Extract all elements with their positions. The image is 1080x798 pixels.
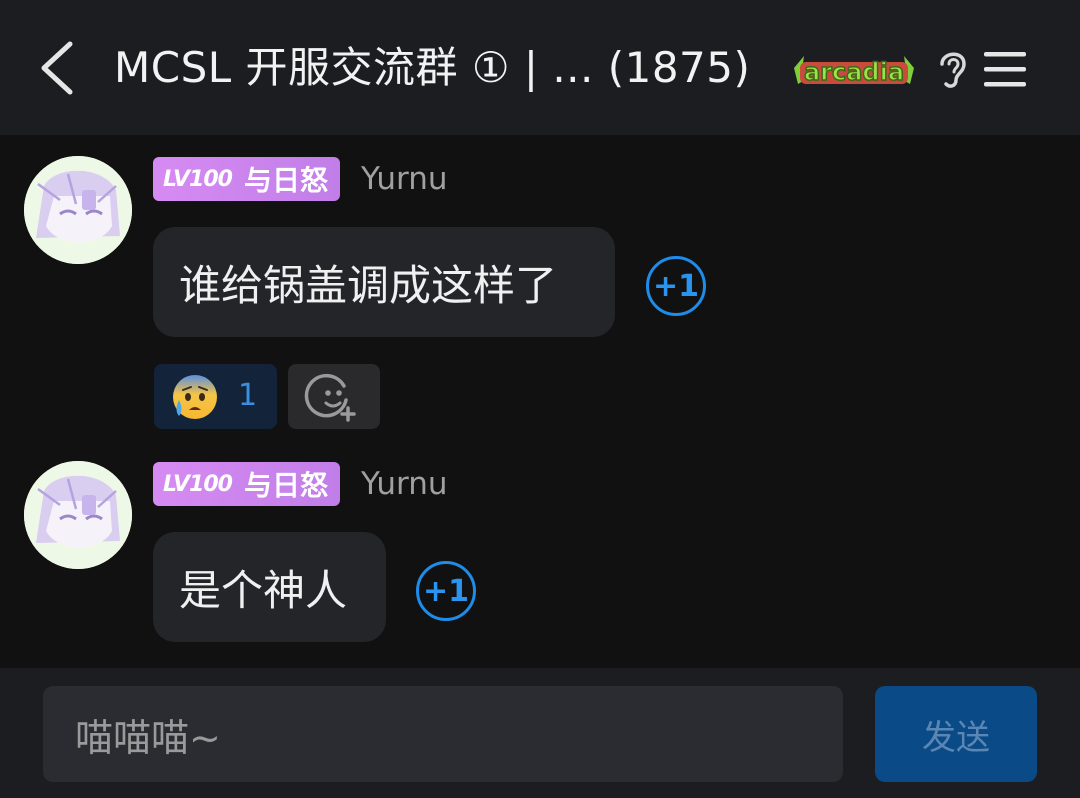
chat-header: MCSL 开服交流群 ① | ... (1875) arcadia bbox=[0, 0, 1080, 135]
menu-icon bbox=[984, 52, 1026, 87]
reaction-count: 1 bbox=[238, 378, 258, 413]
username[interactable]: Yurnu bbox=[361, 462, 448, 506]
avatar[interactable] bbox=[24, 156, 132, 264]
message-bubble[interactable]: 谁给锅盖调成这样了 bbox=[153, 227, 615, 337]
ear-icon bbox=[940, 52, 966, 88]
username[interactable]: Yurnu bbox=[361, 157, 448, 201]
ear-mode-button[interactable] bbox=[932, 46, 972, 92]
badge-level: LV100 bbox=[163, 471, 233, 497]
user-level-badge: LV100 与日怒 bbox=[153, 157, 340, 201]
add-reaction-button[interactable] bbox=[288, 364, 380, 429]
add-emoji-icon bbox=[304, 373, 356, 422]
plus-one-button[interactable]: +1 bbox=[646, 256, 706, 316]
chat-title[interactable]: MCSL 开服交流群 ① | ... (1875) bbox=[114, 38, 750, 98]
menu-button[interactable] bbox=[982, 48, 1028, 90]
message-bubble[interactable]: 是个神人 bbox=[153, 532, 386, 642]
back-arrow-icon bbox=[41, 41, 73, 95]
avatar[interactable] bbox=[24, 461, 132, 569]
arcadia-logo: arcadia bbox=[790, 48, 918, 90]
badge-title: 与日怒 bbox=[243, 164, 328, 197]
badge-level: LV100 bbox=[163, 166, 233, 192]
plus-one-button[interactable]: +1 bbox=[416, 561, 476, 621]
message-input[interactable]: 喵喵喵~ bbox=[43, 686, 843, 782]
back-button[interactable] bbox=[30, 34, 90, 102]
send-button[interactable]: 发送 bbox=[875, 686, 1037, 782]
user-level-badge: LV100 与日怒 bbox=[153, 462, 340, 506]
svg-text:arcadia: arcadia bbox=[804, 58, 904, 86]
badge-title: 与日怒 bbox=[243, 469, 328, 502]
reaction-chip[interactable]: 1 bbox=[154, 364, 277, 429]
anxious-face-with-sweat-icon bbox=[173, 375, 217, 419]
